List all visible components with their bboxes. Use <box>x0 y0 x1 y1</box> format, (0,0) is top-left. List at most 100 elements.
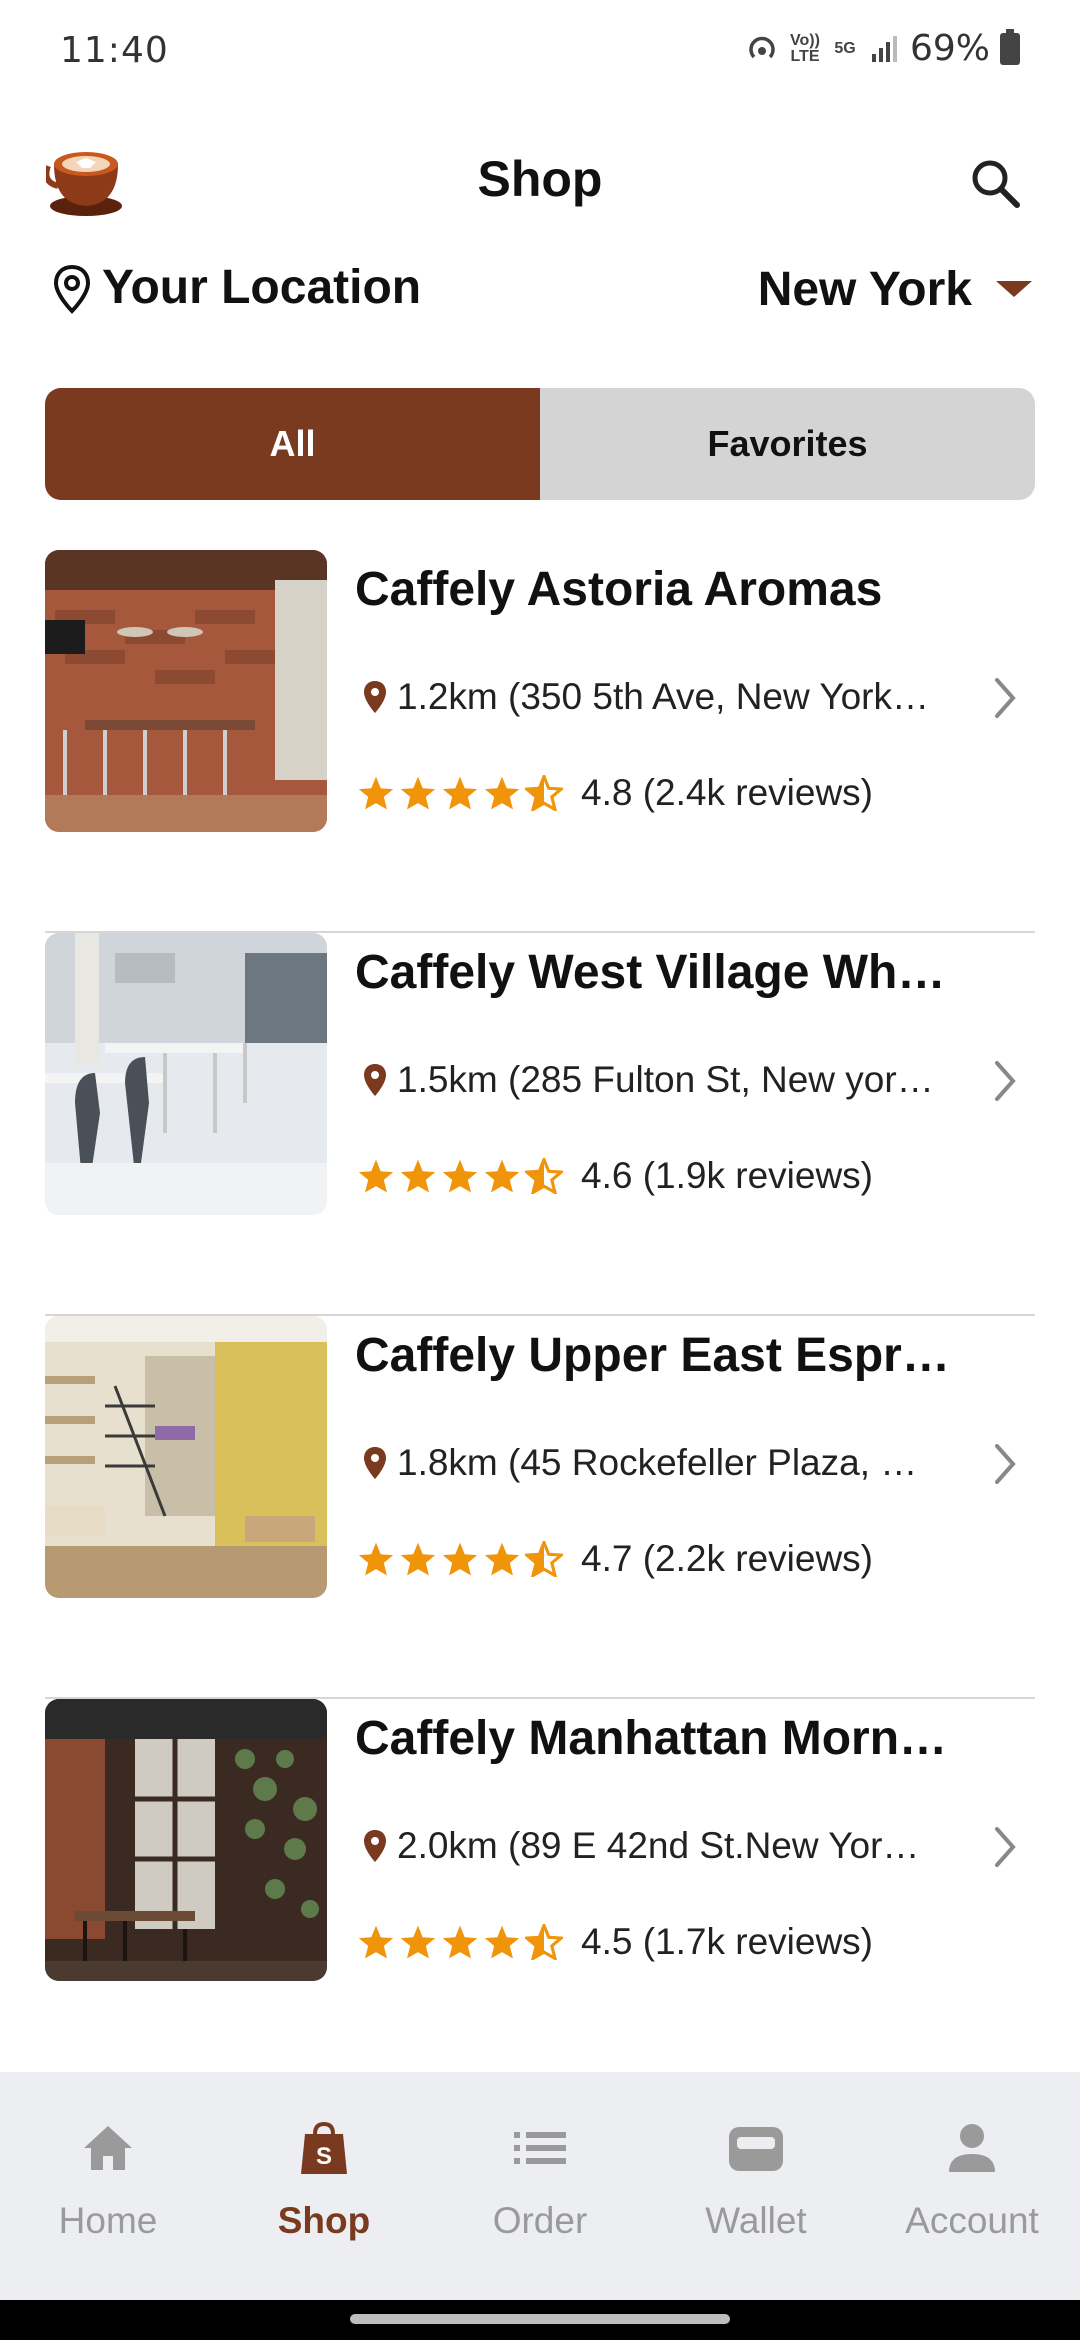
search-button[interactable] <box>960 148 1030 218</box>
shop-address: 2.0km (89 E 42nd St.New York, NY 10017) <box>397 1825 937 1866</box>
shop-photo <box>45 1699 327 1981</box>
chevron-right-icon <box>995 1444 1016 1484</box>
star-icon <box>400 1159 436 1193</box>
shop-bag-icon: S <box>294 2118 354 2178</box>
status-bar: 11:40 Vo)) LTE 5G 69% <box>0 0 1080 100</box>
shop-name: Caffely West Village Whispers <box>355 946 955 999</box>
shop-address-row: 1.2km (350 5th Ave, New York, NY 10118) <box>363 676 937 718</box>
star-icon <box>442 776 478 810</box>
star-rating <box>357 1541 563 1577</box>
location-row: Your Location New York <box>0 250 1080 330</box>
svg-text:S: S <box>316 2143 332 2170</box>
shop-photo <box>45 550 327 832</box>
nav-label: Home <box>58 2200 158 2241</box>
shop-address-row: 1.8km (45 Rockefeller Plaza, New York, N… <box>363 1442 937 1484</box>
shop-name: Caffely Upper East Espresso <box>355 1329 955 1382</box>
shop-list-item[interactable]: Caffely Astoria Aromas 1.2km (350 5th Av… <box>45 550 1035 933</box>
chevron-right-icon <box>995 678 1016 718</box>
star-icon <box>400 1542 436 1576</box>
nav-wallet[interactable]: Wallet <box>648 2072 864 2300</box>
nav-account[interactable]: Account <box>864 2072 1080 2300</box>
shop-address: 1.2km (350 5th Ave, New York, NY 10118) <box>397 676 937 717</box>
shop-name: Caffely Manhattan Morning <box>355 1712 955 1765</box>
location-pin-icon <box>364 1064 386 1096</box>
shop-rating: 4.6 (1.9k reviews) <box>581 1155 873 1196</box>
hotspot-icon <box>749 36 775 58</box>
city-name: New York <box>757 262 972 316</box>
bottom-nav: Home S Shop Order Wallet Account <box>0 2072 1080 2300</box>
shop-rating: 4.7 (2.2k reviews) <box>581 1538 873 1579</box>
person-icon <box>942 2118 1002 2178</box>
location-pin-icon <box>53 264 91 314</box>
star-half-icon <box>525 775 563 811</box>
star-icon <box>400 1925 436 1959</box>
chevron-right-icon <box>995 1827 1016 1867</box>
shop-rating-row: 4.8 (2.4k reviews) <box>357 772 873 814</box>
shop-rating: 4.8 (2.4k reviews) <box>581 772 873 813</box>
star-icon <box>484 776 520 810</box>
tab-favorites[interactable]: Favorites <box>540 388 1035 500</box>
location-pin-icon <box>364 681 386 713</box>
star-icon <box>358 1925 394 1959</box>
star-rating <box>357 1924 563 1960</box>
star-icon <box>358 1159 394 1193</box>
nav-label: Wallet <box>705 2200 807 2241</box>
location-label: Your Location <box>102 261 422 314</box>
volte-label: Vo)) LTE <box>790 31 820 65</box>
network-5g-label: 5G <box>834 39 856 57</box>
nav-home[interactable]: Home <box>0 2072 216 2300</box>
shop-name: Caffely Astoria Aromas <box>355 563 883 616</box>
shop-rating-row: 4.6 (1.9k reviews) <box>357 1155 873 1197</box>
shop-rating-row: 4.7 (2.2k reviews) <box>357 1538 873 1580</box>
star-half-icon <box>525 1541 563 1577</box>
signal-icon <box>871 35 897 62</box>
shop-filter-tabs: All Favorites <box>45 388 1035 500</box>
shop-address-row: 1.5km (285 Fulton St, New york, NY 10007… <box>363 1059 937 1101</box>
page-title: Shop <box>477 151 603 207</box>
location-pin-icon <box>364 1830 386 1862</box>
tab-all[interactable]: All <box>45 388 540 500</box>
status-time: 11:40 <box>60 30 169 71</box>
shop-address: 1.5km (285 Fulton St, New york, NY 10007… <box>397 1059 937 1100</box>
shop-list: Caffely Astoria Aromas 1.2km (350 5th Av… <box>45 550 1035 2082</box>
shop-rating: 4.5 (1.7k reviews) <box>581 1921 873 1962</box>
star-rating <box>357 775 563 811</box>
chevron-right-icon <box>995 1061 1016 1101</box>
star-half-icon <box>525 1924 563 1960</box>
status-icons: Vo)) LTE 5G 69% <box>744 28 1020 69</box>
star-half-icon <box>525 1158 563 1194</box>
shop-address: 1.8km (45 Rockefeller Plaza, New York, N… <box>397 1442 937 1483</box>
shop-photo <box>45 933 327 1215</box>
star-icon <box>358 1542 394 1576</box>
wallet-icon <box>726 2118 786 2178</box>
search-icon <box>972 160 1020 208</box>
nav-label: Account <box>905 2200 1039 2241</box>
home-icon <box>78 2118 138 2178</box>
nav-order[interactable]: Order <box>432 2072 648 2300</box>
home-gesture-handle[interactable] <box>350 2314 730 2324</box>
city-dropdown[interactable]: New York <box>758 254 1032 324</box>
app-header: Shop <box>0 130 1080 230</box>
star-icon <box>484 1542 520 1576</box>
star-rating <box>357 1158 563 1194</box>
star-icon <box>442 1925 478 1959</box>
shop-list-item[interactable]: Caffely Manhattan Morning 2.0km (89 E 42… <box>45 1699 1035 2082</box>
nav-shop[interactable]: S Shop <box>216 2072 432 2300</box>
shop-rating-row: 4.5 (1.7k reviews) <box>357 1921 873 1963</box>
battery-percent: 69% <box>909 28 990 69</box>
list-icon <box>510 2118 570 2178</box>
nav-label: Shop <box>277 2200 371 2241</box>
star-icon <box>400 776 436 810</box>
location-pin-icon <box>364 1447 386 1479</box>
gesture-bar <box>0 2300 1080 2340</box>
star-icon <box>442 1159 478 1193</box>
battery-icon <box>1000 28 1020 65</box>
caret-down-icon <box>996 281 1032 297</box>
shop-list-item[interactable]: Caffely West Village Whispers 1.5km (285… <box>45 933 1035 1316</box>
shop-address-row: 2.0km (89 E 42nd St.New York, NY 10017) <box>363 1825 937 1867</box>
star-icon <box>358 776 394 810</box>
star-icon <box>484 1925 520 1959</box>
shop-photo <box>45 1316 327 1598</box>
shop-list-item[interactable]: Caffely Upper East Espresso 1.8km (45 Ro… <box>45 1316 1035 1699</box>
nav-label: Order <box>492 2200 588 2241</box>
